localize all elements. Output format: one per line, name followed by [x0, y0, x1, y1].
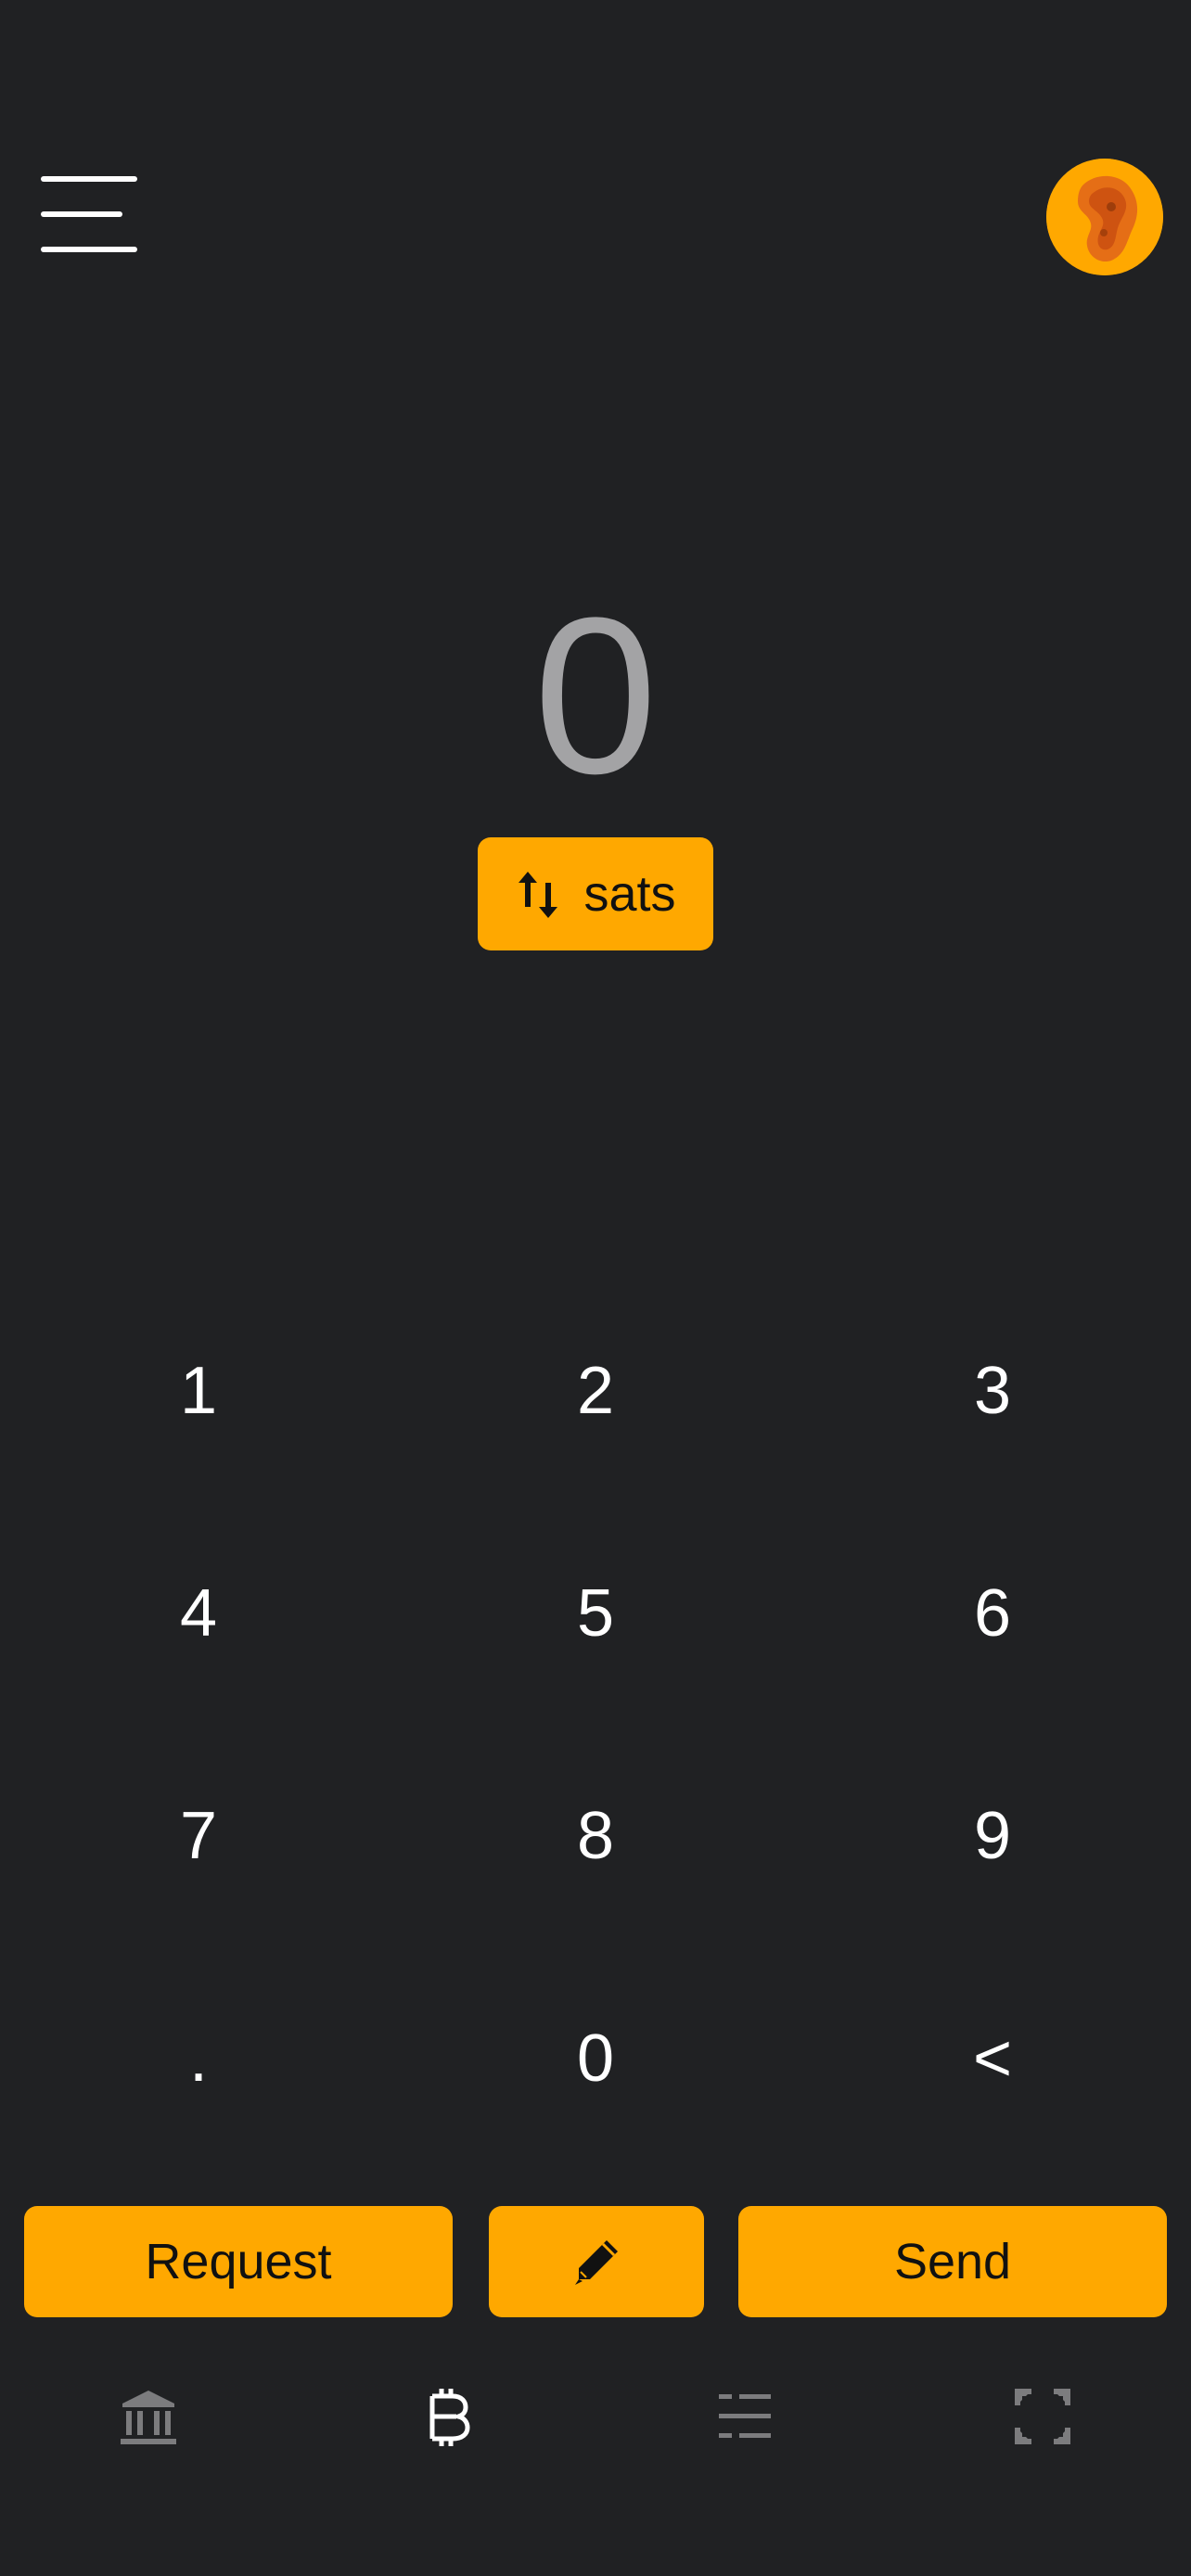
key-1[interactable]: 1	[0, 1280, 397, 1502]
request-button[interactable]: Request	[24, 2206, 453, 2317]
menu-button[interactable]	[37, 172, 141, 256]
profile-avatar[interactable]	[1046, 159, 1163, 275]
nav-item-scan[interactable]	[1005, 2379, 1080, 2454]
nav-item-bank[interactable]	[111, 2379, 186, 2454]
key-decimal[interactable]: .	[0, 1947, 397, 2170]
key-0[interactable]: 0	[397, 1947, 794, 2170]
key-6[interactable]: 6	[794, 1502, 1191, 1725]
key-7[interactable]: 7	[0, 1725, 397, 1947]
avatar-image	[1046, 159, 1163, 275]
pencil-icon	[575, 2240, 618, 2285]
edit-button[interactable]	[489, 2206, 704, 2317]
swap-vertical-icon	[519, 872, 558, 918]
key-5[interactable]: 5	[397, 1502, 794, 1725]
nav-item-transactions[interactable]	[708, 2379, 782, 2454]
key-9[interactable]: 9	[794, 1725, 1191, 1947]
amount-display: 0	[533, 571, 658, 820]
nav-item-bitcoin[interactable]	[410, 2379, 484, 2454]
key-3[interactable]: 3	[794, 1280, 1191, 1502]
unit-toggle-button[interactable]: sats	[478, 837, 713, 950]
key-8[interactable]: 8	[397, 1725, 794, 1947]
bank-icon	[121, 2391, 176, 2444]
unit-label: sats	[583, 866, 676, 922]
bottom-navigation	[0, 2355, 1191, 2476]
hamburger-menu-icon-top-bar	[41, 176, 137, 182]
key-4[interactable]: 4	[0, 1502, 397, 1725]
hamburger-menu-icon-bottom-bar	[41, 247, 137, 252]
hamburger-menu-icon-middle-bar	[41, 211, 122, 217]
key-backspace[interactable]: <	[794, 1947, 1191, 2170]
send-button[interactable]: Send	[738, 2206, 1167, 2317]
numeric-keypad: 1 2 3 4 5 6 7 8 9 . 0 <	[0, 1280, 1191, 2170]
bitcoin-icon	[429, 2389, 470, 2446]
key-2[interactable]: 2	[397, 1280, 794, 1502]
scan-icon	[1011, 2385, 1074, 2448]
list-icon	[719, 2394, 771, 2438]
